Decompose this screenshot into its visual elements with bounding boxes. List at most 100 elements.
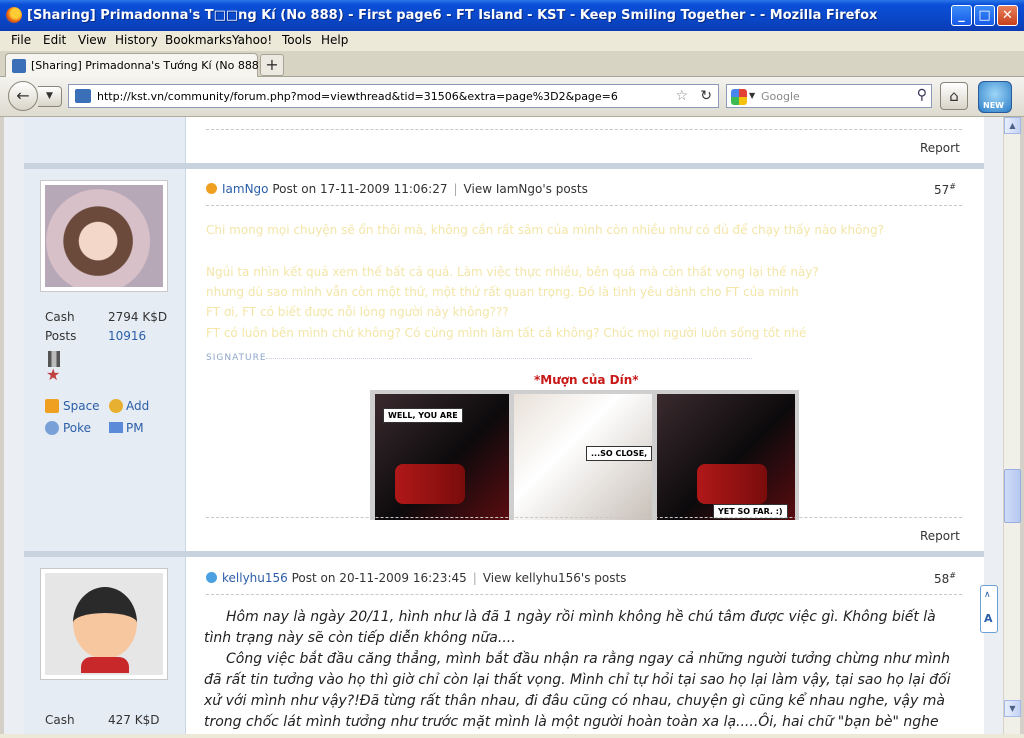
- menu-file[interactable]: File: [11, 33, 31, 47]
- author-link[interactable]: IamNgo: [222, 182, 269, 196]
- signature-label: SIGNATURE: [206, 353, 267, 363]
- tab-label: [Sharing] Primadonna's Tướng Kí (No 888)…: [31, 59, 285, 72]
- page-content: Report Cash 2794 K$D Posts 10916 ★ Space…: [4, 117, 1003, 734]
- add-friend-icon: [109, 399, 123, 413]
- poke-icon: [45, 421, 59, 435]
- vertical-scrollbar[interactable]: ▲ ▼: [1003, 117, 1021, 734]
- firefox-icon: [6, 7, 22, 23]
- navigation-toolbar: ← ▼ http://kst.vn/community/forum.php?mo…: [0, 77, 1024, 117]
- post-text-line: FT có luôn bên mình chứ không? Có cùng m…: [206, 326, 807, 340]
- scroll-down-button[interactable]: ▼: [1004, 700, 1021, 717]
- signature-divider: [266, 358, 752, 359]
- author-link[interactable]: kellyhu156: [222, 571, 288, 585]
- home-space-icon: [45, 399, 59, 413]
- poke-link[interactable]: Poke: [63, 421, 91, 435]
- close-button[interactable]: ✕: [997, 5, 1018, 26]
- menu-view[interactable]: View: [78, 33, 106, 47]
- comic-panel: YET SO FAR. :): [657, 394, 795, 520]
- guitar-image: [395, 464, 465, 504]
- new-tab-button[interactable]: +: [260, 54, 284, 76]
- cash-value: 2794 K$D: [108, 310, 168, 324]
- post-text-line: Ngủi ta nhìn kết quả xem thế bất cả quá.…: [206, 265, 819, 279]
- url-text: http://kst.vn/community/forum.php?mod=vi…: [97, 90, 618, 103]
- maximize-button[interactable]: □: [974, 5, 995, 26]
- url-bar[interactable]: http://kst.vn/community/forum.php?mod=vi…: [68, 84, 719, 108]
- post-header: kellyhu156 Post on 20-11-2009 16:23:45 | V…: [206, 571, 626, 585]
- menu-bar: File Edit View History Bookmarks Yahoo! …: [0, 31, 1024, 51]
- post-separator: [24, 163, 984, 169]
- avatar[interactable]: [40, 568, 168, 680]
- pm-link[interactable]: PM: [126, 421, 144, 435]
- post-separator: [24, 551, 984, 557]
- post-date: Post on 17-11-2009 11:06:27: [272, 182, 448, 196]
- engine-dropdown-icon[interactable]: ▼: [749, 91, 755, 100]
- menu-tools[interactable]: Tools: [282, 33, 312, 47]
- view-posts-link[interactable]: View kellyhu156's posts: [483, 571, 627, 585]
- mail-icon: [109, 422, 123, 433]
- divider: [206, 517, 962, 518]
- post-body: Hôm nay là ngày 20/11, hình như là đã 1 …: [204, 607, 964, 734]
- extension-label: NEW: [983, 101, 1004, 110]
- cash-label: Cash: [45, 310, 75, 324]
- back-arrow-icon: ←: [16, 86, 30, 105]
- site-favicon-icon: [12, 59, 26, 73]
- post-text-line: Chi mong mọi chuyện sẽ ổn thôi mà, không…: [206, 223, 885, 237]
- extension-button[interactable]: NEW: [978, 81, 1012, 113]
- avatar-image: [45, 185, 163, 287]
- add-friend-link[interactable]: Add: [126, 399, 149, 413]
- menu-edit[interactable]: Edit: [43, 33, 66, 47]
- back-to-top-button[interactable]: ∧ A: [980, 585, 998, 633]
- menu-yahoo[interactable]: Yahoo!: [232, 33, 272, 47]
- home-icon: ⌂: [949, 87, 959, 105]
- posts-label: Posts: [45, 329, 77, 343]
- window-title: [Sharing] Primadonna's T□□ng Kí (No 888)…: [27, 8, 878, 23]
- scroll-thumb[interactable]: [1004, 469, 1021, 523]
- menu-history[interactable]: History: [115, 33, 158, 47]
- title-bar: [Sharing] Primadonna's T□□ng Kí (No 888)…: [0, 0, 1024, 31]
- post-date: Post on 20-11-2009 16:23:45: [291, 571, 467, 585]
- menu-bookmarks[interactable]: Bookmarks: [165, 33, 232, 47]
- scroll-up-button[interactable]: ▲: [1004, 117, 1021, 134]
- window-bottom-edge: [0, 734, 1024, 738]
- space-link[interactable]: Space: [63, 399, 100, 413]
- reload-icon[interactable]: ↻: [700, 88, 712, 104]
- search-bar[interactable]: ▼ Google ⚲: [726, 84, 932, 108]
- post-paragraph: Công việc bắt đầu căng thẳng, mình bắt đ…: [204, 651, 951, 730]
- minimize-button[interactable]: _: [951, 5, 972, 26]
- search-input[interactable]: Google: [761, 90, 800, 103]
- report-link[interactable]: Report: [920, 529, 960, 543]
- back-button[interactable]: ←: [8, 81, 38, 111]
- bookmark-star-icon[interactable]: ☆: [675, 88, 688, 104]
- post-text-line: FT ơi, FT có biết được nỗi lòng người nà…: [206, 305, 509, 319]
- site-identity-icon: [75, 89, 91, 103]
- view-posts-link[interactable]: View IamNgo's posts: [464, 182, 588, 196]
- tab-strip: [Sharing] Primadonna's Tướng Kí (No 888)…: [0, 51, 1024, 77]
- header-divider: |: [472, 571, 477, 585]
- signature-caption: *Mượn của Dín*: [534, 373, 639, 387]
- search-magnifier-icon[interactable]: ⚲: [917, 87, 927, 103]
- history-dropdown-button[interactable]: ▼: [38, 86, 62, 107]
- posts-value[interactable]: 10916: [108, 329, 146, 343]
- report-link-prev[interactable]: Report: [920, 141, 960, 155]
- chevron-down-icon: ▼: [46, 91, 53, 101]
- divider: [206, 205, 962, 206]
- post-paragraph: Hôm nay là ngày 20/11, hình như là đã 1 …: [204, 609, 936, 646]
- google-engine-icon[interactable]: [731, 89, 747, 105]
- home-button[interactable]: ⌂: [940, 82, 968, 110]
- user-status-icon: [206, 572, 217, 583]
- cash-label: Cash: [45, 713, 75, 727]
- divider: [206, 594, 962, 595]
- user-status-icon: [206, 183, 217, 194]
- float-label: A: [984, 612, 993, 625]
- cash-value: 427 K$D: [108, 713, 160, 727]
- avatar[interactable]: [40, 180, 168, 292]
- menu-help[interactable]: Help: [321, 33, 348, 47]
- post-number[interactable]: 57#: [934, 182, 956, 197]
- post-text-line: nhưng dù sao mình vẫn còn một thứ, một t…: [206, 285, 799, 299]
- tab-forum-thread[interactable]: [Sharing] Primadonna's Tướng Kí (No 888)…: [5, 53, 285, 77]
- signature-comic-image[interactable]: WELL, YOU ARE ...SO CLOSE, YET SO FAR. :…: [370, 390, 799, 520]
- avatar-image: [45, 573, 163, 675]
- post-number[interactable]: 58#: [934, 571, 956, 586]
- comic-panel: ...SO CLOSE,: [514, 394, 652, 520]
- comic-caption: ...SO CLOSE,: [586, 446, 652, 461]
